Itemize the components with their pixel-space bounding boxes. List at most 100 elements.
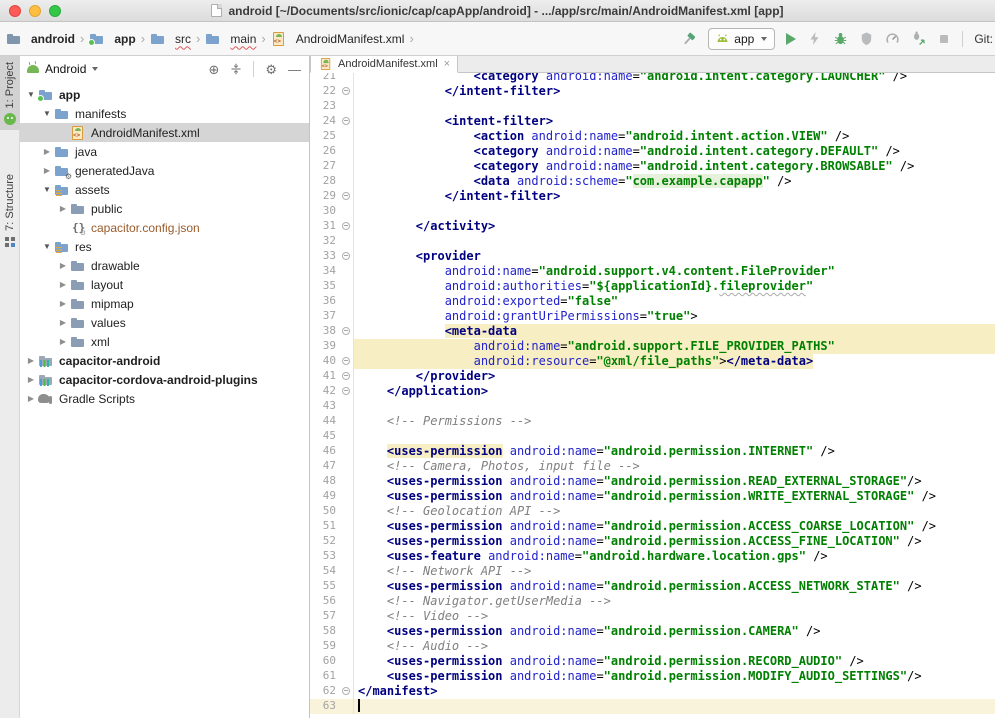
run-button[interactable] xyxy=(786,33,796,45)
tree-expand-arrow-icon[interactable]: ▶ xyxy=(56,204,70,213)
code-line[interactable]: 58 <uses-permission android:name="androi… xyxy=(310,624,995,639)
code-line[interactable]: 45 xyxy=(310,429,995,444)
tree-item-assets[interactable]: ▼assets xyxy=(20,180,309,199)
tree-expand-arrow-icon[interactable]: ▶ xyxy=(24,394,38,403)
build-hammer-icon[interactable] xyxy=(681,31,697,47)
tree-expand-arrow-icon[interactable]: ▶ xyxy=(24,375,38,384)
locate-icon[interactable]: ⊕ xyxy=(208,63,219,76)
fold-marker-icon[interactable]: − xyxy=(341,384,354,399)
run-with-coverage-icon[interactable] xyxy=(859,31,874,46)
code-line[interactable]: 32 xyxy=(310,234,995,249)
code-line[interactable]: 21 <category android:name="android.inten… xyxy=(310,73,995,84)
code-line[interactable]: 55 <uses-permission android:name="androi… xyxy=(310,579,995,594)
zoom-window-button[interactable] xyxy=(49,5,61,17)
code-line[interactable]: 34 android:name="android.support.v4.cont… xyxy=(310,264,995,279)
code-line[interactable]: 60 <uses-permission android:name="androi… xyxy=(310,654,995,669)
code-line[interactable]: 46 <uses-permission android:name="androi… xyxy=(310,444,995,459)
code-line[interactable]: 27 <category android:name="android.inten… xyxy=(310,159,995,174)
code-line[interactable]: 40− android:resource="@xml/file_paths"><… xyxy=(310,354,995,369)
fold-marker-icon[interactable]: − xyxy=(341,249,354,264)
hide-panel-icon[interactable]: — xyxy=(288,63,301,76)
code-line[interactable]: 49 <uses-permission android:name="androi… xyxy=(310,489,995,504)
tree-item-values[interactable]: ▶values xyxy=(20,313,309,332)
breadcrumb-item[interactable]: main xyxy=(205,31,256,47)
settings-gear-icon[interactable]: ⚙ xyxy=(265,63,277,76)
code-editor[interactable]: 21 <category android:name="android.inten… xyxy=(310,73,995,718)
tab-androidmanifest[interactable]: <> AndroidManifest.xml × xyxy=(310,56,458,73)
close-window-button[interactable] xyxy=(9,5,21,17)
tree-item-capacitor-cordova-android-plugins[interactable]: ▶capacitor-cordova-android-plugins xyxy=(20,370,309,389)
tree-item-generatedjava[interactable]: ▶⚙generatedJava xyxy=(20,161,309,180)
code-line[interactable]: 38− <meta-data xyxy=(310,324,995,339)
fold-marker-icon[interactable]: − xyxy=(341,684,354,699)
tab-close-icon[interactable]: × xyxy=(444,58,450,70)
fold-marker-icon[interactable]: − xyxy=(341,189,354,204)
tree-item-java[interactable]: ▶java xyxy=(20,142,309,161)
tree-item-mipmap[interactable]: ▶mipmap xyxy=(20,294,309,313)
git-menu-label[interactable]: Git: xyxy=(974,32,993,46)
code-line[interactable]: 59 <!-- Audio --> xyxy=(310,639,995,654)
breadcrumb-item[interactable]: <>AndroidManifest.xml xyxy=(271,31,405,47)
tree-item-capacitor-config-json[interactable]: {}⚙capacitor.config.json xyxy=(20,218,309,237)
code-line[interactable]: 36 android:exported="false" xyxy=(310,294,995,309)
code-line[interactable]: 51 <uses-permission android:name="androi… xyxy=(310,519,995,534)
tree-item-layout[interactable]: ▶layout xyxy=(20,275,309,294)
tree-expand-arrow-icon[interactable]: ▼ xyxy=(40,185,54,194)
collapse-all-icon[interactable] xyxy=(230,63,242,75)
tree-expand-arrow-icon[interactable]: ▼ xyxy=(40,109,54,118)
tree-item-capacitor-android[interactable]: ▶capacitor-android xyxy=(20,351,309,370)
fold-marker-icon[interactable]: − xyxy=(341,114,354,129)
structure-tool-button[interactable]: 7: Structure xyxy=(0,168,20,252)
breadcrumb-item[interactable]: app xyxy=(89,31,135,47)
tree-item-gradle-scripts[interactable]: ▶Gradle Scripts xyxy=(20,389,309,408)
code-line[interactable]: 52 <uses-permission android:name="androi… xyxy=(310,534,995,549)
code-line[interactable]: 62−</manifest> xyxy=(310,684,995,699)
code-line[interactable]: 26 <category android:name="android.inten… xyxy=(310,144,995,159)
code-line[interactable]: 44 <!-- Permissions --> xyxy=(310,414,995,429)
fold-marker-icon[interactable]: − xyxy=(341,219,354,234)
tree-expand-arrow-icon[interactable]: ▶ xyxy=(40,147,54,156)
tree-expand-arrow-icon[interactable]: ▼ xyxy=(40,242,54,251)
code-line[interactable]: 50 <!-- Geolocation API --> xyxy=(310,504,995,519)
attach-debugger-icon[interactable] xyxy=(911,31,926,46)
tree-item-app[interactable]: ▼app xyxy=(20,85,309,104)
tree-item-public[interactable]: ▶public xyxy=(20,199,309,218)
tree-expand-arrow-icon[interactable]: ▼ xyxy=(24,90,38,99)
fold-marker-icon[interactable]: − xyxy=(341,354,354,369)
code-line[interactable]: 42− </application> xyxy=(310,384,995,399)
code-line[interactable]: 41− </provider> xyxy=(310,369,995,384)
code-line[interactable]: 25 <action android:name="android.intent.… xyxy=(310,129,995,144)
breadcrumb-item[interactable]: android xyxy=(6,31,75,47)
code-line[interactable]: 54 <!-- Network API --> xyxy=(310,564,995,579)
tree-expand-arrow-icon[interactable]: ▶ xyxy=(56,318,70,327)
minimize-window-button[interactable] xyxy=(29,5,41,17)
debug-bug-icon[interactable] xyxy=(833,31,848,46)
code-line[interactable]: 63 xyxy=(310,699,995,714)
code-line[interactable]: 22− </intent-filter> xyxy=(310,84,995,99)
apply-changes-lightning-icon[interactable] xyxy=(807,31,822,46)
tree-item-res[interactable]: ▼res xyxy=(20,237,309,256)
fold-marker-icon[interactable]: − xyxy=(341,324,354,339)
tree-item-xml[interactable]: ▶xml xyxy=(20,332,309,351)
code-line[interactable]: 43 xyxy=(310,399,995,414)
code-line[interactable]: 56 <!-- Navigator.getUserMedia --> xyxy=(310,594,995,609)
project-tool-button[interactable]: 1: Project xyxy=(0,56,20,130)
code-line[interactable]: 29− </intent-filter> xyxy=(310,189,995,204)
code-line[interactable]: 57 <!-- Video --> xyxy=(310,609,995,624)
code-line[interactable]: 28 <data android:scheme="com.example.cap… xyxy=(310,174,995,189)
code-line[interactable]: 39 android:name="android.support.FILE_PR… xyxy=(310,339,995,354)
fold-marker-icon[interactable]: − xyxy=(341,84,354,99)
code-line[interactable]: 33− <provider xyxy=(310,249,995,264)
code-line[interactable]: 30 xyxy=(310,204,995,219)
run-configuration-selector[interactable]: app xyxy=(708,28,775,50)
code-line[interactable]: 23 xyxy=(310,99,995,114)
tree-expand-arrow-icon[interactable]: ▶ xyxy=(56,261,70,270)
code-line[interactable]: 31− </activity> xyxy=(310,219,995,234)
chevron-down-icon[interactable] xyxy=(92,67,98,71)
tree-expand-arrow-icon[interactable]: ▶ xyxy=(56,337,70,346)
tree-expand-arrow-icon[interactable]: ▶ xyxy=(56,280,70,289)
code-line[interactable]: 61 <uses-permission android:name="androi… xyxy=(310,669,995,684)
code-line[interactable]: 53 <uses-feature android:name="android.h… xyxy=(310,549,995,564)
stop-button[interactable] xyxy=(937,32,951,46)
code-line[interactable]: 47 <!-- Camera, Photos, input file --> xyxy=(310,459,995,474)
